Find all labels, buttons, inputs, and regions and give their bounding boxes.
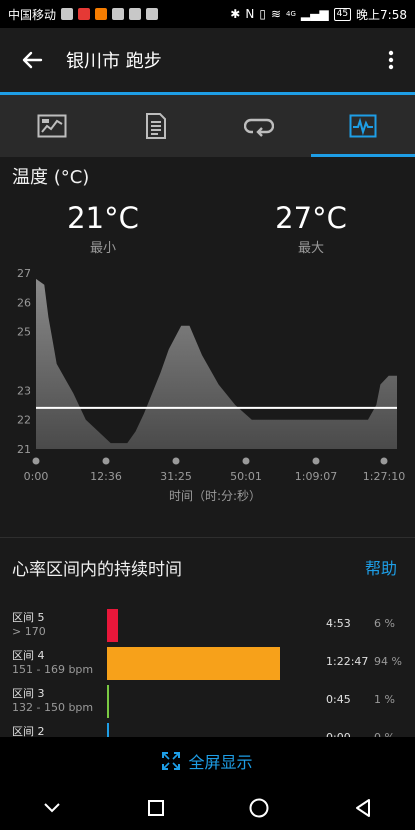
x-tick-dot (242, 457, 250, 465)
signal-icon: ▂▄▆ (300, 7, 329, 21)
tab-map[interactable] (0, 95, 104, 157)
tab-laps[interactable] (208, 95, 312, 157)
y-tick-label: 22 (17, 414, 31, 427)
zone-range: 151 - 169 bpm (12, 663, 94, 676)
chevron-down-icon (44, 802, 60, 812)
circle-icon (249, 798, 269, 817)
y-tick-label: 27 (17, 267, 31, 280)
y-tick-label: 26 (17, 296, 31, 309)
zone-percent: 1 % (374, 693, 395, 706)
app-bar: 银川市 跑步 (0, 28, 415, 92)
nav-back-button[interactable] (343, 788, 383, 828)
x-tick-label: 50:01 (230, 470, 262, 483)
fullscreen-button[interactable]: 全屏显示 (0, 737, 415, 785)
laps-icon (244, 118, 275, 137)
hr-zones-title: 心率区间内的持续时间 (12, 560, 182, 580)
page-title: 银川市 跑步 (66, 51, 162, 72)
temperature-chart: 27 26 25 23 22 21 0:00 12:36 31:25 50:01 1:09:07 1… (17, 267, 405, 503)
x-tick-dot (380, 457, 388, 465)
back-arrow-icon (22, 51, 43, 69)
zone-bar (107, 723, 109, 737)
x-axis-label: 时间（时:分:秒） (169, 489, 261, 503)
status-left: 中国移动 (8, 6, 159, 23)
zone-percent: 94 % (374, 655, 402, 668)
notification-video-icon (95, 8, 108, 20)
triangle-back-icon (356, 798, 371, 817)
x-tick-label: 1:09:07 (295, 470, 337, 483)
zone-time: 0:45 (326, 693, 351, 706)
chat-icon (129, 8, 142, 20)
chart-icon (349, 114, 377, 138)
mail-icon (112, 8, 125, 20)
max-temperature-label: 最大 (297, 241, 324, 256)
zone-range: 132 - 150 bpm (12, 701, 94, 714)
x-tick-label: 1:27:10 (363, 470, 405, 483)
content-scroll-area[interactable]: 温度 (°C) 21°C 最小 27°C 最大 27 26 25 23 22 21 0:0… (0, 157, 415, 737)
x-tick-dot (32, 457, 40, 465)
map-icon (37, 114, 67, 138)
zone-percent: 6 % (374, 617, 395, 630)
network-type: 4G (286, 10, 296, 18)
nfc-icon: N (245, 7, 255, 21)
min-temperature-label: 最小 (89, 241, 116, 256)
more-vert-icon (388, 50, 394, 70)
fullscreen-label: 全屏显示 (188, 753, 253, 772)
tab-bar (0, 95, 415, 157)
x-tick-dot (172, 457, 180, 465)
min-temperature-value: 21°C (67, 201, 139, 235)
hr-zone-row: 区间 3 132 - 150 bpm 0:45 1 % (0, 685, 415, 721)
notification-app-icon (78, 8, 91, 20)
nav-recents-button[interactable] (136, 788, 176, 828)
hr-zone-row: 区间 20:000 % (0, 723, 415, 737)
nav-home-button[interactable] (239, 788, 279, 828)
help-link[interactable]: 帮助 (365, 555, 397, 579)
tab-details[interactable] (104, 95, 208, 157)
min-temperature-stat: 21°C 最小 (38, 201, 168, 256)
wifi-icon: ≋ (270, 7, 282, 21)
more-options-button[interactable] (367, 28, 415, 92)
carrier-label: 中国移动 (8, 7, 57, 22)
status-right: ✱ N ▯ ≋ 4G ▂▄▆ 45 晚上7:58 (230, 6, 407, 23)
bluetooth-icon: ✱ (230, 7, 241, 21)
y-tick-label: 21 (17, 443, 31, 456)
zone-time: 1:22:47 (326, 655, 369, 668)
clock: 晚上7:58 (356, 7, 407, 22)
details-icon (145, 113, 166, 139)
hr-zone-row: 区间 5 > 170 4:53 6 % (0, 609, 415, 645)
zone-range: > 170 (12, 625, 46, 638)
max-temperature-stat: 27°C 最大 (246, 201, 376, 256)
fullscreen-icon (162, 752, 181, 770)
zone-name: 区间 2 (12, 725, 45, 737)
x-tick-dot (102, 457, 110, 465)
x-tick-label: 12:36 (90, 470, 122, 483)
system-nav-bar (0, 785, 415, 830)
back-button[interactable] (0, 28, 64, 92)
x-tick-label: 31:25 (160, 470, 192, 483)
max-temperature-value: 27°C (275, 201, 347, 235)
hd-icon (61, 8, 74, 20)
hr-zone-row: 区间 4 151 - 169 bpm 1:22:47 94 % (0, 647, 415, 683)
zone-bar (107, 685, 109, 718)
temperature-section-title: 温度 (°C) (12, 167, 90, 188)
y-tick-label: 23 (17, 384, 31, 397)
x-tick-label: 0:00 (24, 470, 49, 483)
nav-collapse-button[interactable] (32, 788, 72, 828)
x-tick-dot (312, 457, 320, 465)
message-icon (146, 8, 159, 20)
square-icon (147, 799, 164, 816)
tab-charts[interactable] (311, 95, 415, 157)
zone-name: 区间 4 (12, 649, 45, 662)
zone-name: 区间 5 (12, 611, 45, 624)
battery-icon: 45 (333, 7, 352, 21)
section-divider (0, 537, 415, 538)
vibrate-icon: ▯ (259, 7, 266, 21)
status-bar: 中国移动 ✱ N ▯ ≋ 4G ▂▄▆ 45 晚上7:58 (0, 0, 415, 28)
y-tick-label: 25 (17, 326, 31, 339)
zone-bar (107, 609, 119, 642)
zone-time: 4:53 (326, 617, 351, 630)
zone-bar (107, 647, 280, 680)
temperature-area-series (36, 278, 397, 449)
zone-name: 区间 3 (12, 687, 45, 700)
